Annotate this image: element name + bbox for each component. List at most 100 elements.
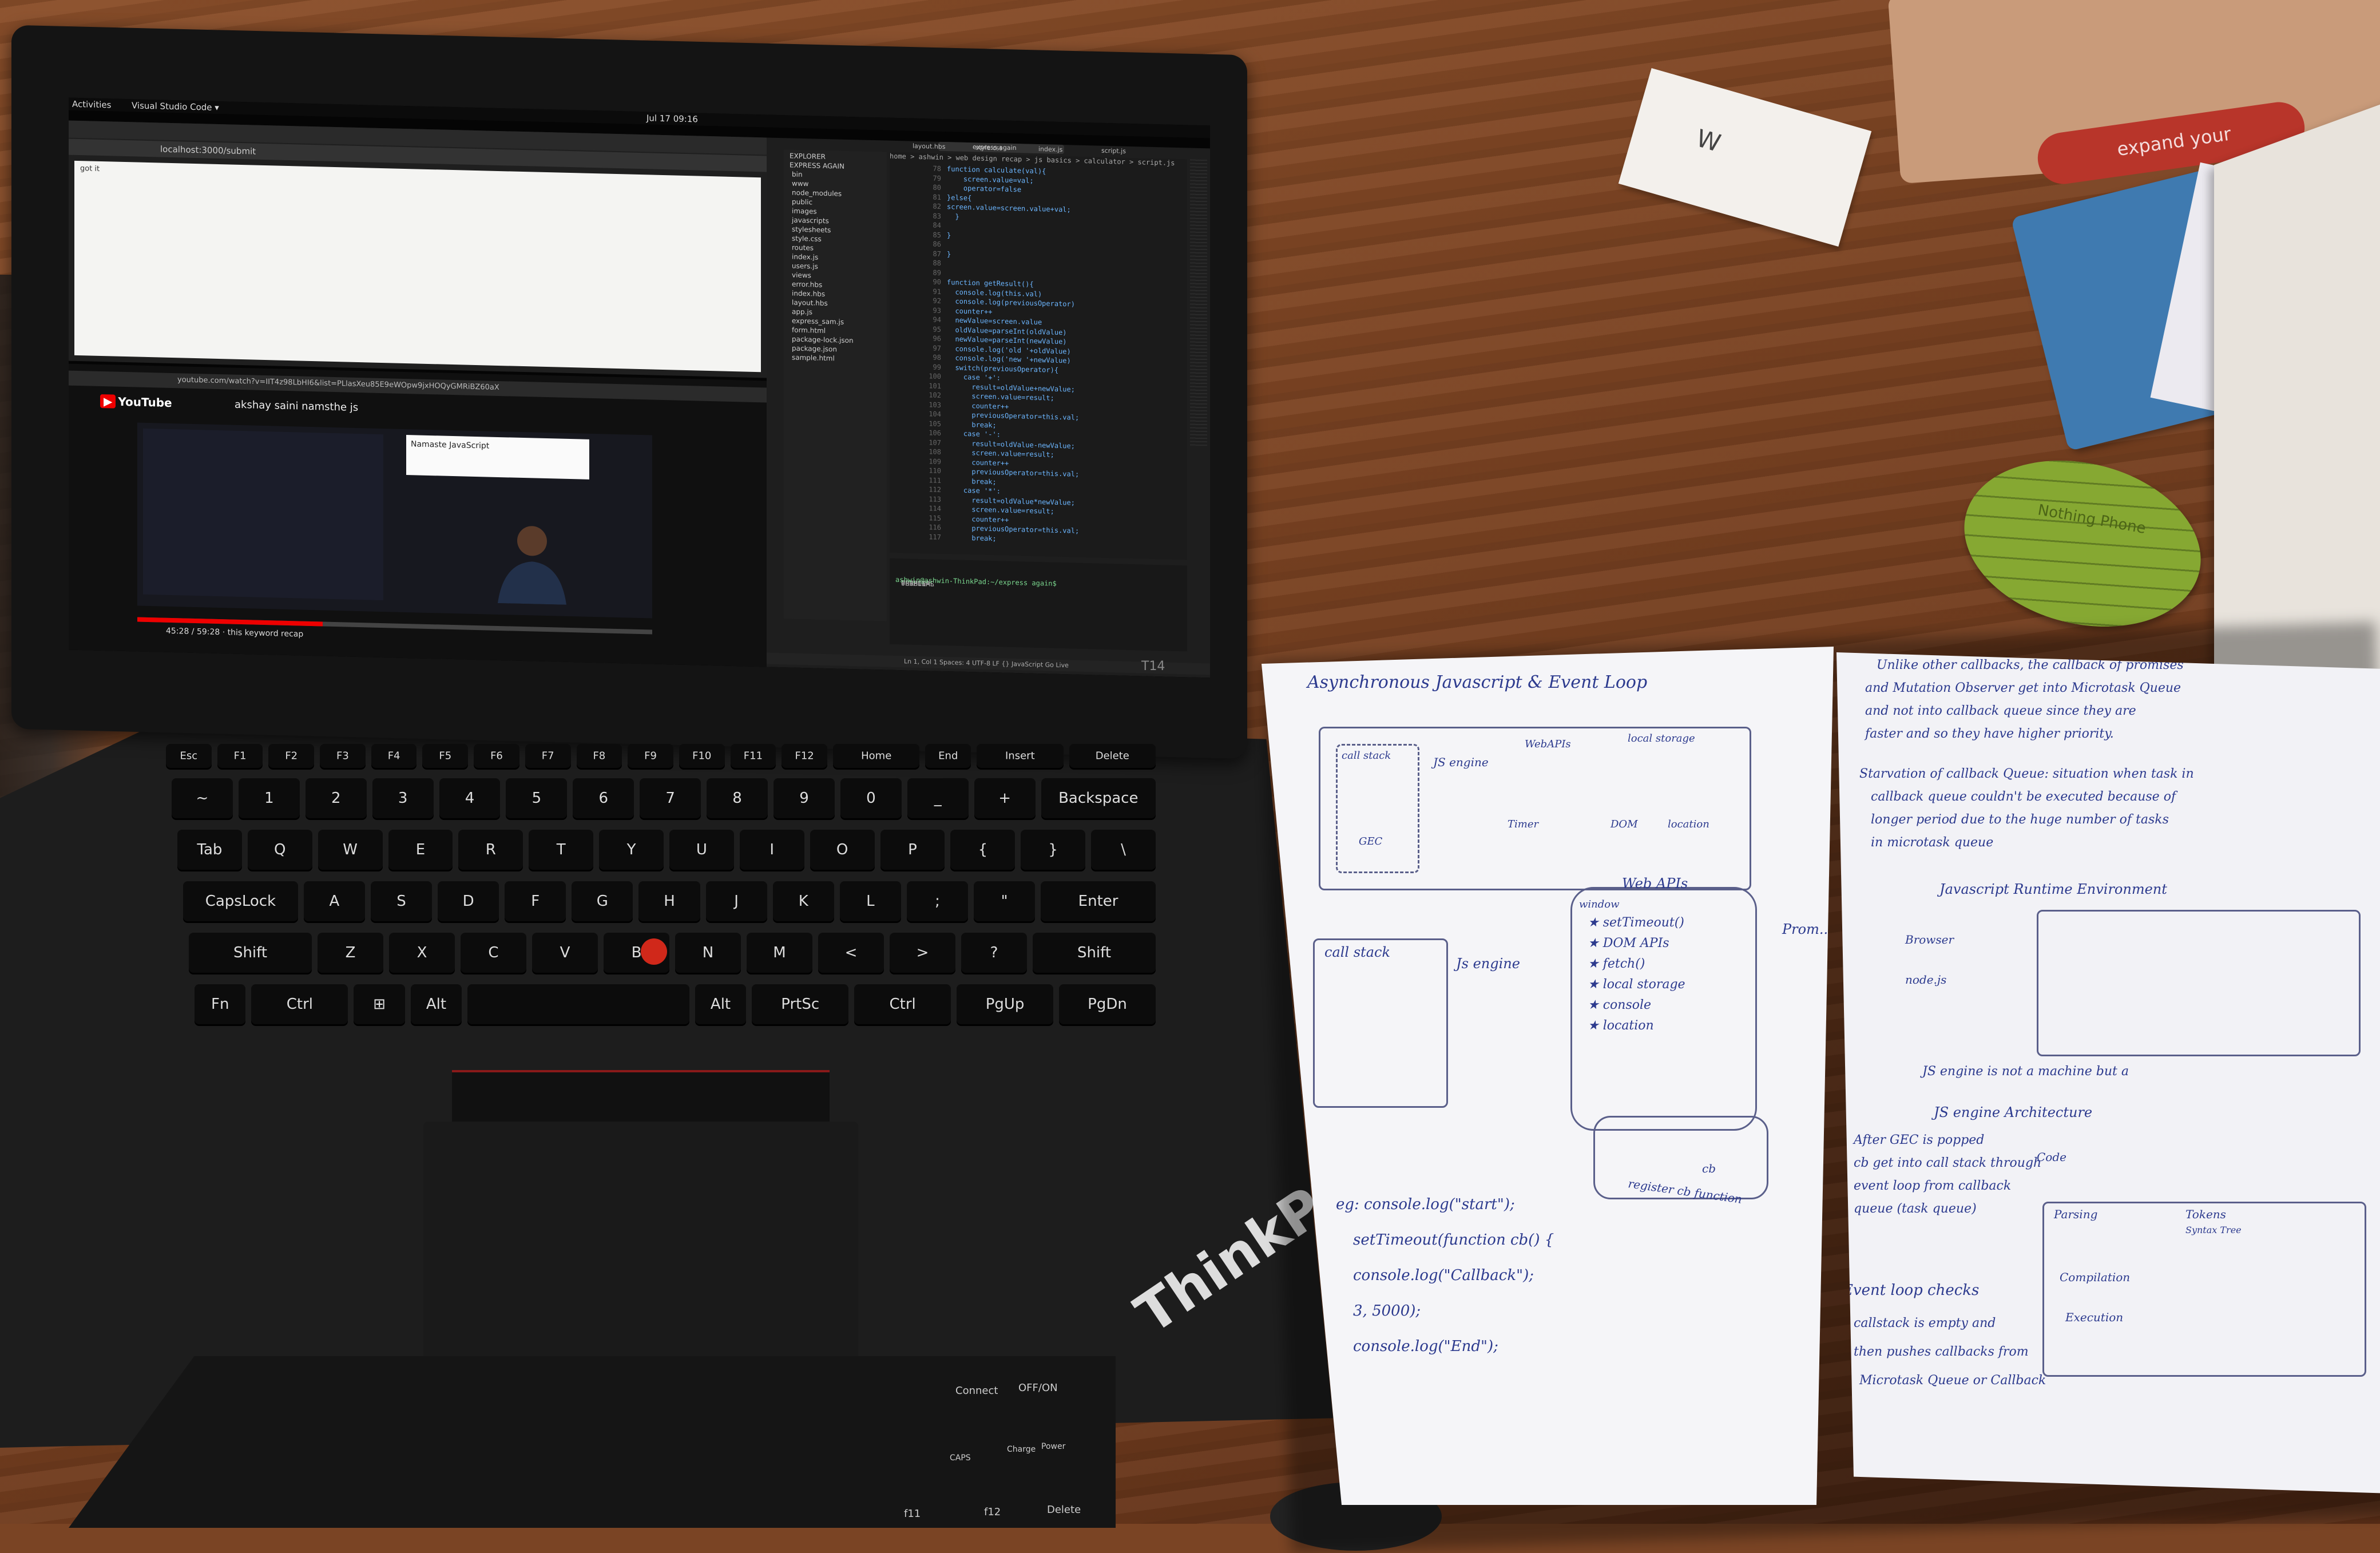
editor-tab[interactable]: layout.hbs — [913, 142, 946, 150]
explorer-file[interactable]: users.js — [792, 262, 818, 271]
key-sym[interactable]: } — [1021, 830, 1086, 870]
dock-offon[interactable]: OFF/ON — [1018, 1382, 1058, 1394]
code-editor[interactable]: home > ashwin > web design recap > js ba… — [890, 152, 1187, 560]
key-esc[interactable]: Esc — [166, 744, 212, 768]
key-prtsc[interactable]: PrtSc — [752, 984, 849, 1024]
code-line[interactable]: function getResult(){ — [947, 278, 1034, 288]
explorer-file[interactable]: index.hbs — [792, 290, 825, 298]
key-1[interactable]: 1 — [238, 778, 300, 818]
code-line[interactable]: screen.value=result; — [947, 448, 1054, 459]
editor-tab[interactable]: script.js — [1101, 147, 1126, 155]
key-ctrl[interactable]: Ctrl — [251, 984, 348, 1024]
key-s[interactable]: S — [370, 881, 433, 921]
code-line[interactable]: operator=false — [947, 184, 1021, 193]
dock-key-f11[interactable]: f11 — [904, 1508, 921, 1520]
key-t[interactable]: T — [529, 830, 594, 870]
explorer-file[interactable]: routes — [792, 244, 814, 252]
code-line[interactable]: oldValue=parseInt(oldValue) — [947, 326, 1066, 336]
key-3[interactable]: 3 — [372, 778, 434, 818]
explorer-file[interactable]: javascripts — [792, 216, 829, 225]
key-fn[interactable]: Fn — [195, 984, 246, 1024]
explorer-file[interactable]: node_modules — [792, 189, 842, 198]
key-x[interactable]: X — [389, 933, 455, 973]
code-line[interactable]: screen.value=result; — [947, 505, 1054, 516]
code-line[interactable]: counter++ — [947, 458, 1009, 468]
code-line[interactable]: break; — [947, 477, 996, 486]
code-line[interactable]: break; — [947, 533, 996, 542]
key-shift[interactable]: Shift — [189, 933, 312, 973]
vscode-terminal[interactable]: PROBLEMS OUTPUT TERMINAL ashwin@ashwin-Thi… — [890, 558, 1187, 652]
app-menu[interactable]: Visual Studio Code ▾ — [132, 100, 219, 113]
youtube-logo[interactable]: ▶ YouTube — [100, 394, 172, 410]
explorer-file[interactable]: app.js — [792, 308, 812, 316]
explorer-file[interactable]: form.html — [792, 326, 826, 335]
key-ctrl[interactable]: Ctrl — [854, 984, 951, 1024]
key-f4[interactable]: F4 — [371, 744, 417, 768]
key-f6[interactable]: F6 — [474, 744, 519, 768]
code-line[interactable]: case '+': — [947, 373, 1001, 382]
key-j[interactable]: J — [705, 881, 767, 921]
key-end[interactable]: End — [925, 744, 971, 768]
key-k[interactable]: K — [772, 881, 834, 921]
key-5[interactable]: 5 — [506, 778, 568, 818]
key-i[interactable]: I — [739, 830, 804, 870]
key-backspace[interactable]: Backspace — [1041, 778, 1156, 818]
key-q[interactable]: Q — [247, 830, 312, 870]
key-sym[interactable]: < — [818, 933, 884, 973]
key-n[interactable]: N — [675, 933, 741, 973]
key-z[interactable]: Z — [318, 933, 383, 973]
key-alt[interactable]: Alt — [695, 984, 747, 1024]
code-line[interactable]: counter++ — [947, 514, 1009, 524]
key-0[interactable]: 0 — [840, 778, 902, 818]
key-9[interactable]: 9 — [774, 778, 835, 818]
key-home[interactable]: Home — [832, 744, 920, 768]
key-o[interactable]: O — [810, 830, 875, 870]
key-h[interactable]: H — [638, 881, 700, 921]
key-sym[interactable]: > — [890, 933, 955, 973]
key-space[interactable] — [467, 984, 689, 1024]
key-f[interactable]: F — [505, 881, 566, 921]
key-u[interactable]: U — [669, 830, 734, 870]
activities-button[interactable]: Activities — [72, 99, 111, 110]
key-sym[interactable]: ? — [961, 933, 1027, 973]
code-line[interactable]: case '-': — [947, 429, 1001, 439]
trackpoint[interactable] — [641, 938, 667, 965]
key-r[interactable]: R — [458, 830, 523, 870]
key-l[interactable]: L — [839, 881, 901, 921]
key-f7[interactable]: F7 — [525, 744, 571, 768]
key-sym[interactable]: { — [950, 830, 1016, 870]
dock-key-delete[interactable]: Delete — [1047, 1504, 1081, 1516]
key-sym[interactable]: ~ — [172, 778, 233, 818]
key-f2[interactable]: F2 — [268, 744, 315, 768]
explorer-file[interactable]: sample.html — [792, 354, 835, 363]
clock[interactable]: Jul 17 09:16 — [646, 113, 698, 124]
explorer-file[interactable]: index.js — [792, 253, 818, 262]
code-line[interactable]: } — [947, 212, 959, 220]
key-sym[interactable]: ⊞ — [354, 984, 405, 1024]
code-line[interactable]: newValue=screen.value — [947, 316, 1042, 326]
browser-url[interactable]: localhost:3000/submit — [160, 144, 256, 157]
key-alt[interactable]: Alt — [410, 984, 462, 1024]
explorer-file[interactable]: stylesheets — [792, 225, 831, 235]
code-line[interactable]: } — [947, 231, 951, 239]
key-f1[interactable]: F1 — [217, 744, 263, 768]
key-6[interactable]: 6 — [573, 778, 634, 818]
editor-tab[interactable]: style.css — [975, 144, 1002, 152]
key-g[interactable]: G — [572, 881, 633, 921]
code-line[interactable]: screen.value=screen.value+val; — [947, 203, 1071, 213]
youtube-url[interactable]: youtube.com/watch?v=IIT4z98LbHI6&list=PL… — [177, 375, 499, 392]
key-d[interactable]: D — [438, 881, 499, 921]
key-f11[interactable]: F11 — [730, 744, 776, 768]
code-line[interactable]: switch(previousOperator){ — [947, 363, 1058, 374]
editor-minimap[interactable] — [1190, 159, 1207, 446]
key-f12[interactable]: F12 — [782, 744, 827, 768]
key-sym[interactable]: " — [974, 881, 1036, 921]
key-shift[interactable]: Shift — [1033, 933, 1156, 973]
explorer-file[interactable]: express_sam.js — [792, 317, 844, 326]
key-4[interactable]: 4 — [439, 778, 501, 818]
explorer-file[interactable]: style.css — [792, 235, 822, 243]
code-line[interactable]: console.log(this.val) — [947, 288, 1042, 298]
explorer-file[interactable]: public — [792, 198, 812, 207]
explorer-project[interactable]: EXPRESS AGAIN — [790, 161, 844, 170]
key-2[interactable]: 2 — [305, 778, 367, 818]
